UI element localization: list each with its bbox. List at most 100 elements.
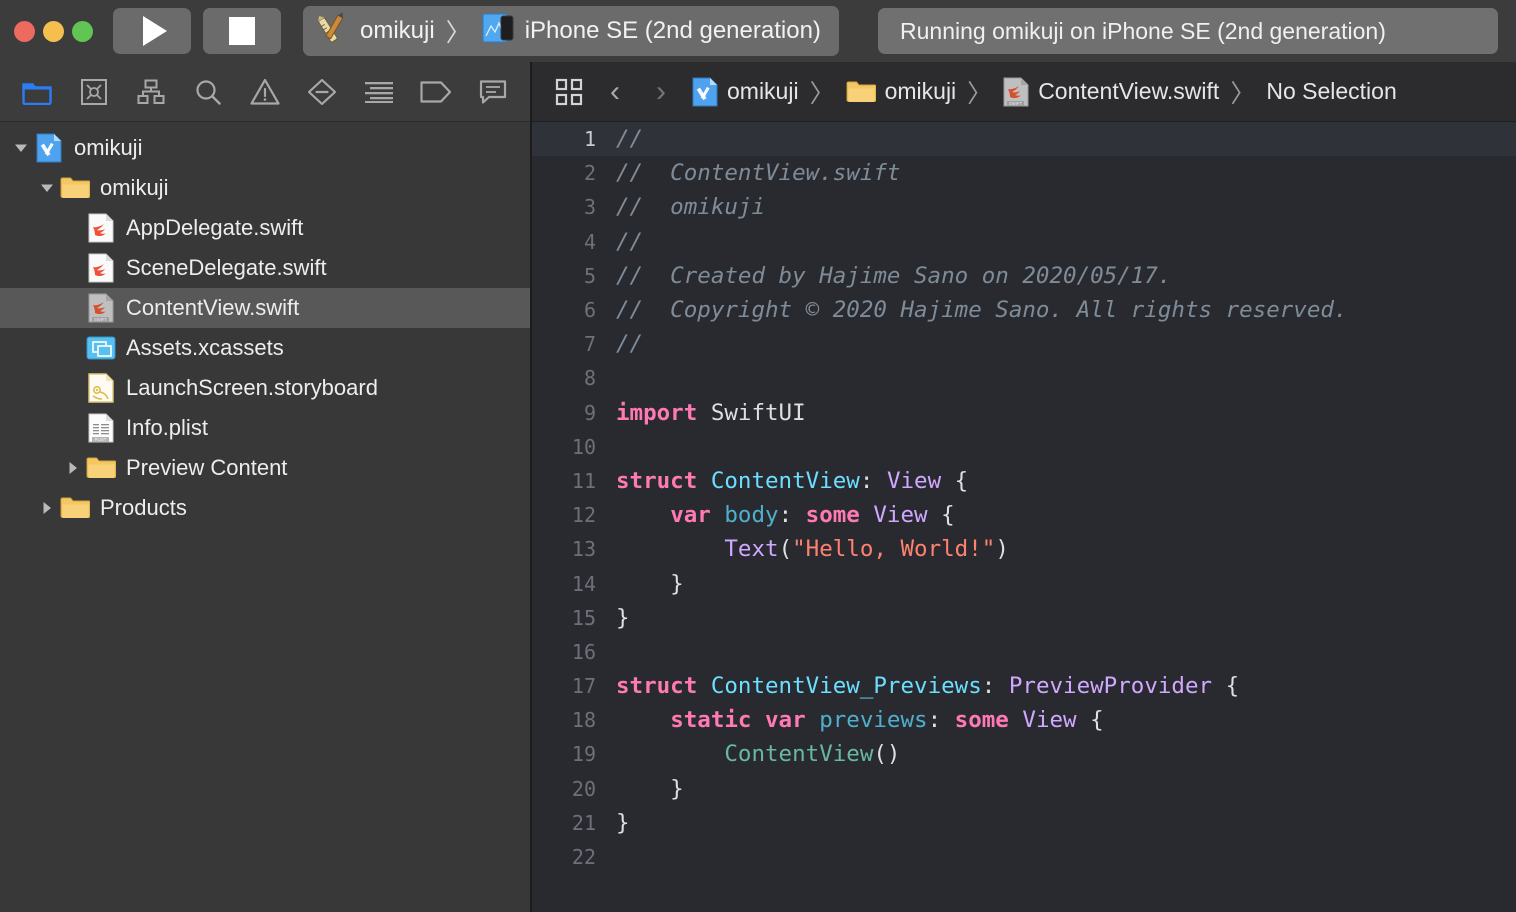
- file-tree-row[interactable]: SceneDelegate.swift: [0, 248, 530, 288]
- disclosure-triangle-open-icon[interactable]: [34, 179, 60, 197]
- storyboard-icon: [86, 373, 116, 403]
- code-line[interactable]: 21}: [532, 806, 1516, 840]
- line-number: 12: [571, 503, 596, 528]
- code-token-plain: {: [1076, 707, 1104, 734]
- title-bar: omikuji 〉 iPhone SE (2nd generation) Run…: [0, 0, 1516, 62]
- file-tree-row[interactable]: LaunchScreen.storyboard: [0, 368, 530, 408]
- code-line[interactable]: 19 ContentView(): [532, 737, 1516, 771]
- code-line[interactable]: 13 Text("Hello, World!"): [532, 532, 1516, 566]
- report-navigator-icon[interactable]: [351, 70, 408, 114]
- minimize-window-button[interactable]: [43, 20, 64, 42]
- scheme-destination-selector[interactable]: omikuji 〉 iPhone SE (2nd generation): [303, 6, 839, 56]
- code-line[interactable]: 2 // ContentView.swift: [532, 156, 1516, 190]
- disclosure-triangle-closed-icon[interactable]: [60, 459, 86, 477]
- file-tree-row-label: Info.plist: [126, 415, 208, 440]
- line-number: 7: [583, 332, 596, 357]
- run-button[interactable]: [113, 8, 191, 54]
- code-token-plain: {: [927, 502, 955, 529]
- scheme-separator: 〉: [445, 19, 471, 47]
- code-token-plain: }: [616, 775, 684, 802]
- code-line[interactable]: 15}: [532, 601, 1516, 635]
- line-number: 20: [571, 776, 596, 801]
- file-tree-row[interactable]: omikuji: [0, 168, 530, 208]
- code-line[interactable]: 18 static var previews: some View {: [532, 703, 1516, 737]
- line-number: 21: [571, 810, 596, 835]
- disclosure-triangle-closed-icon[interactable]: [34, 499, 60, 517]
- disclosure-triangle-open-icon[interactable]: [8, 139, 34, 157]
- line-number: 15: [571, 605, 596, 630]
- breadcrumb: omikuji 〉 omikuji 〉 SWIFT ContentView.swif…: [692, 74, 1397, 110]
- code-token-type: PreviewProvider: [1008, 673, 1213, 700]
- code-line[interactable]: 12 var body: some View {: [532, 498, 1516, 532]
- window-body: omikuji omikuji AppDelegate.swift SceneD…: [0, 62, 1516, 912]
- file-tree-row[interactable]: SWIFT ContentView.swift: [0, 288, 530, 328]
- file-tree-row-label: Preview Content: [126, 455, 288, 480]
- code-line-text: }: [616, 776, 684, 802]
- file-tree-row[interactable]: AppDelegate.swift: [0, 208, 530, 248]
- code-line[interactable]: 16: [532, 635, 1516, 669]
- file-tree-row[interactable]: PLIST Info.plist: [0, 408, 530, 448]
- symbol-navigator-icon[interactable]: [122, 70, 179, 114]
- code-line[interactable]: 10: [532, 430, 1516, 464]
- code-line[interactable]: 4 //: [532, 225, 1516, 259]
- code-token-plain: :: [927, 707, 955, 734]
- file-tree-row[interactable]: omikuji: [0, 128, 530, 168]
- code-line[interactable]: 5 // Created by Hajime Sano on 2020/05/17…: [532, 259, 1516, 293]
- code-line[interactable]: 9 import SwiftUI: [532, 396, 1516, 430]
- line-number: 1: [583, 127, 596, 152]
- breadcrumb-item[interactable]: omikuji: [692, 77, 799, 107]
- zoom-window-button[interactable]: [72, 20, 93, 42]
- breadcrumb-item[interactable]: omikuji: [846, 78, 956, 105]
- breadcrumb-item[interactable]: SWIFT ContentView.swift: [1003, 77, 1219, 107]
- code-token-plain: }: [616, 570, 684, 597]
- code-line[interactable]: 11 struct ContentView: View {: [532, 464, 1516, 498]
- folder-icon: [60, 496, 90, 520]
- folder-icon: [60, 176, 90, 200]
- navigate-back-button[interactable]: ‹: [592, 75, 638, 109]
- related-items-icon[interactable]: [546, 70, 592, 114]
- close-window-button[interactable]: [14, 20, 35, 42]
- code-line[interactable]: 6 // Copyright © 2020 Hajime Sano. All ri…: [532, 293, 1516, 327]
- project-navigator-icon[interactable]: [8, 70, 65, 114]
- code-line[interactable]: 22: [532, 840, 1516, 874]
- line-number: 18: [571, 708, 596, 733]
- file-tree-row-label: LaunchScreen.storyboard: [126, 375, 378, 400]
- project-file-tree[interactable]: omikuji omikuji AppDelegate.swift SceneD…: [0, 122, 530, 912]
- code-line[interactable]: 7 //: [532, 327, 1516, 361]
- code-token-prop: body: [724, 502, 779, 529]
- swift-file-icon: [86, 253, 116, 283]
- find-navigator-icon[interactable]: [179, 70, 236, 114]
- line-number: 8: [583, 366, 596, 391]
- line-number: 3: [583, 195, 596, 220]
- code-line[interactable]: 14 }: [532, 566, 1516, 600]
- source-code-editor[interactable]: 1 // 2 // ContentView.swift 3 // omikuji 4 // 5 /…: [532, 122, 1516, 912]
- code-line[interactable]: 20 }: [532, 772, 1516, 806]
- code-token-type: View: [873, 502, 928, 529]
- code-token-plain: }: [616, 809, 630, 836]
- stop-button[interactable]: [203, 8, 281, 54]
- file-tree-row[interactable]: Assets.xcassets: [0, 328, 530, 368]
- code-line[interactable]: 17 struct ContentView_Previews: PreviewPr…: [532, 669, 1516, 703]
- file-tree-row[interactable]: Preview Content: [0, 448, 530, 488]
- code-token-plain: {: [1212, 673, 1240, 700]
- file-tree-row[interactable]: Products: [0, 488, 530, 528]
- line-number: 4: [583, 229, 596, 254]
- debug-navigator-icon[interactable]: [465, 70, 522, 114]
- code-token-type: Text: [724, 536, 779, 563]
- destination-device-icon: [482, 12, 516, 51]
- code-token-plain: :: [859, 467, 887, 494]
- navigate-forward-button[interactable]: ›: [638, 75, 684, 109]
- file-tree-row-label: ContentView.swift: [126, 295, 300, 320]
- code-line[interactable]: 8: [532, 361, 1516, 395]
- code-token-typedecl: ContentView_Previews: [710, 673, 982, 700]
- source-control-navigator-icon[interactable]: [65, 70, 122, 114]
- code-line[interactable]: 1 //: [532, 122, 1516, 157]
- issue-navigator-icon[interactable]: [236, 70, 293, 114]
- test-navigator-icon[interactable]: [294, 70, 351, 114]
- code-line[interactable]: 3 // omikuji: [532, 190, 1516, 224]
- breakpoint-navigator-icon[interactable]: [408, 70, 465, 114]
- breadcrumb-item[interactable]: No Selection: [1266, 78, 1396, 105]
- editor-pane: ‹ › omikuji 〉 omikuji 〉 SWIFT ContentView.…: [532, 62, 1516, 912]
